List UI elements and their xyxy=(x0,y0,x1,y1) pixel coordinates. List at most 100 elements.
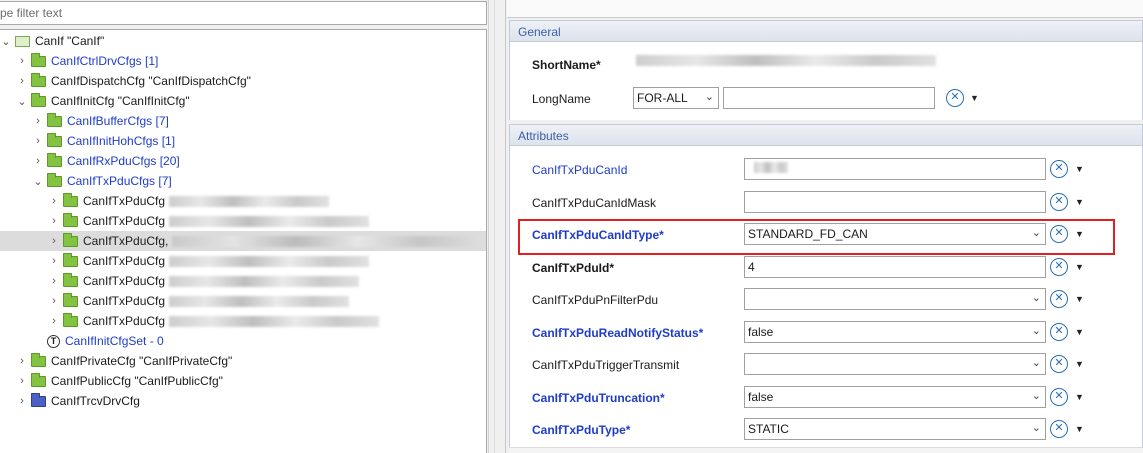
clear-value-icon[interactable]: ✕ xyxy=(1050,192,1068,211)
tree-item[interactable]: › CanIfTxPduCfg xyxy=(0,251,486,271)
attribute-input[interactable] xyxy=(744,190,1046,213)
clear-value-icon[interactable]: ✕ xyxy=(1050,420,1068,438)
attribute-value: 4 xyxy=(748,259,755,274)
clear-value-icon[interactable]: ✕ xyxy=(1050,322,1068,341)
folder-icon xyxy=(31,52,46,67)
tree-item[interactable]: › CanIfDispatchCfg "CanIfDispatchCfg" xyxy=(0,71,486,91)
expand-closed-icon[interactable]: › xyxy=(48,213,60,229)
redacted-name xyxy=(169,315,380,327)
attribute-select[interactable]: false ⌄ xyxy=(744,385,1046,408)
expand-closed-icon[interactable]: › xyxy=(48,273,60,289)
chevron-down-icon: ⌄ xyxy=(1031,227,1041,239)
chevron-down-icon: ⌄ xyxy=(1031,389,1041,402)
expand-open-icon[interactable]: ⌄ xyxy=(32,173,44,189)
attribute-select[interactable]: ⌄ xyxy=(744,353,1046,375)
attributes-section-header[interactable]: Attributes xyxy=(509,124,1143,146)
caret-down-icon[interactable]: ▼ xyxy=(970,93,979,103)
expand-open-icon[interactable]: ⌄ xyxy=(0,33,12,49)
caret-down-icon[interactable]: ▼ xyxy=(1075,294,1084,304)
general-section-header[interactable]: General xyxy=(509,20,1143,42)
expand-closed-icon[interactable]: › xyxy=(48,193,60,209)
expand-closed-icon[interactable]: › xyxy=(48,293,60,309)
caret-down-icon[interactable]: ▼ xyxy=(1075,229,1084,239)
expand-closed-icon[interactable]: › xyxy=(32,113,44,129)
caret-down-icon[interactable]: ▼ xyxy=(1075,327,1084,337)
attribute-value: STANDARD_FD_CAN xyxy=(748,227,868,241)
clear-value-icon[interactable]: ✕ xyxy=(1050,160,1068,178)
clear-value-icon[interactable]: ✕ xyxy=(1050,387,1068,406)
attribute-value: STATIC xyxy=(748,422,789,436)
shortname-field[interactable] xyxy=(633,52,943,74)
attribute-input[interactable]: 4 xyxy=(744,255,1046,278)
shortname-label: ShortName* xyxy=(532,58,601,72)
tree-item[interactable]: ⌄ CanIfTxPduCfgs [7] xyxy=(0,171,486,191)
expand-closed-icon[interactable]: › xyxy=(16,53,28,69)
expand-open-icon[interactable]: ⌄ xyxy=(16,93,28,109)
clear-value-icon[interactable]: ✕ xyxy=(1050,257,1068,276)
expand-closed-icon[interactable]: › xyxy=(48,233,60,249)
tree-item[interactable]: › CanIfTxPduCfg xyxy=(0,191,486,211)
container-set-icon: T xyxy=(47,334,60,348)
tree-item[interactable]: ⌄ CanIfInitCfg "CanIfInitCfg" xyxy=(0,91,486,111)
attribute-select[interactable]: STANDARD_FD_CAN ⌄ xyxy=(744,223,1046,245)
attribute-row: CanIfTxPduPnFilterPdu ⌄ ✕ ▼ xyxy=(510,286,1143,312)
expand-closed-icon[interactable]: › xyxy=(48,253,60,269)
attribute-row: CanIfTxPduCanId ✕ ▼ xyxy=(510,156,1143,182)
folder-icon xyxy=(63,312,78,327)
expand-closed-icon[interactable]: › xyxy=(16,393,28,409)
tree-item-label: CanIfPrivateCfg "CanIfPrivateCfg" xyxy=(51,354,233,368)
tree-item[interactable]: › CanIfTrcvDrvCfg xyxy=(0,391,486,411)
expand-closed-icon[interactable]: › xyxy=(16,373,28,389)
tree-item[interactable]: › CanIfPrivateCfg "CanIfPrivateCfg" xyxy=(0,351,486,371)
clear-value-icon[interactable]: ✕ xyxy=(946,89,964,107)
caret-down-icon[interactable]: ▼ xyxy=(1075,424,1084,434)
folder-icon xyxy=(31,372,46,387)
tree-item[interactable]: › CanIfTxPduCfg, xyxy=(0,231,486,251)
properties-editor: General ShortName* LongName FOR-ALL ⌄ ✕ … xyxy=(507,0,1143,453)
attribute-select[interactable]: STATIC ⌄ xyxy=(744,418,1046,440)
tree-item[interactable]: › CanIfRxPduCfgs [20] xyxy=(0,151,486,171)
folder-icon xyxy=(63,252,78,267)
attribute-label: CanIfTxPduReadNotifyStatus* xyxy=(532,325,704,340)
expand-closed-icon[interactable]: › xyxy=(48,313,60,329)
tree-item-label: CanIfTxPduCfg xyxy=(83,194,166,208)
redacted-name xyxy=(169,275,360,287)
tree-item[interactable]: › CanIfInitHohCfgs [1] xyxy=(0,131,486,151)
caret-down-icon[interactable]: ▼ xyxy=(1075,262,1084,272)
attribute-label: CanIfTxPduId* xyxy=(532,260,615,275)
editor-bottom-edge xyxy=(509,447,1143,453)
longname-language-select[interactable]: FOR-ALL ⌄ xyxy=(633,87,719,109)
expand-closed-icon[interactable]: › xyxy=(16,73,28,89)
attribute-select[interactable]: false ⌄ xyxy=(744,320,1046,343)
caret-down-icon[interactable]: ▼ xyxy=(1075,197,1084,207)
attribute-select[interactable]: ⌄ xyxy=(744,288,1046,310)
filter-input[interactable]: pe filter text xyxy=(0,1,487,25)
expand-closed-icon[interactable]: › xyxy=(32,133,44,149)
tree-item[interactable]: › CanIfCtrlDrvCfgs [1] xyxy=(0,51,486,71)
attribute-label: CanIfTxPduCanId xyxy=(532,163,628,177)
tree-item[interactable]: › CanIfTxPduCfg xyxy=(0,311,486,331)
redacted-name xyxy=(169,215,370,227)
attribute-row: CanIfTxPduId* 4 ✕ ▼ xyxy=(510,254,1143,280)
attributes-section: CanIfTxPduCanId ✕ ▼ CanIfTxPduCanIdMask ✕ ▼ Ca… xyxy=(509,146,1143,447)
tree-item[interactable]: ⌄ CanIf "CanIf" xyxy=(0,31,486,51)
tree-item[interactable]: › CanIfTxPduCfg xyxy=(0,211,486,231)
clear-value-icon[interactable]: ✕ xyxy=(1050,290,1068,308)
caret-down-icon[interactable]: ▼ xyxy=(1075,392,1084,402)
longname-input[interactable] xyxy=(723,87,935,109)
caret-down-icon[interactable]: ▼ xyxy=(1075,359,1084,369)
expand-closed-icon[interactable]: › xyxy=(16,353,28,369)
tree-item[interactable]: › CanIfTxPduCfg xyxy=(0,291,486,311)
tree-item[interactable]: › CanIfTxPduCfg xyxy=(0,271,486,291)
editor-border xyxy=(494,0,506,453)
clear-value-icon[interactable]: ✕ xyxy=(1050,225,1068,243)
caret-down-icon[interactable]: ▼ xyxy=(1075,164,1084,174)
expand-closed-icon[interactable]: › xyxy=(32,153,44,169)
clear-value-icon[interactable]: ✕ xyxy=(1050,355,1068,373)
tree-item[interactable]: › CanIfPublicCfg "CanIfPublicCfg" xyxy=(0,371,486,391)
chevron-down-icon: ⌄ xyxy=(704,91,714,103)
tree-item[interactable]: › CanIfBufferCfgs [7] xyxy=(0,111,486,131)
tree-item[interactable]: T CanIfInitCfgSet - 0 xyxy=(0,331,486,351)
attribute-input[interactable] xyxy=(744,158,1046,180)
